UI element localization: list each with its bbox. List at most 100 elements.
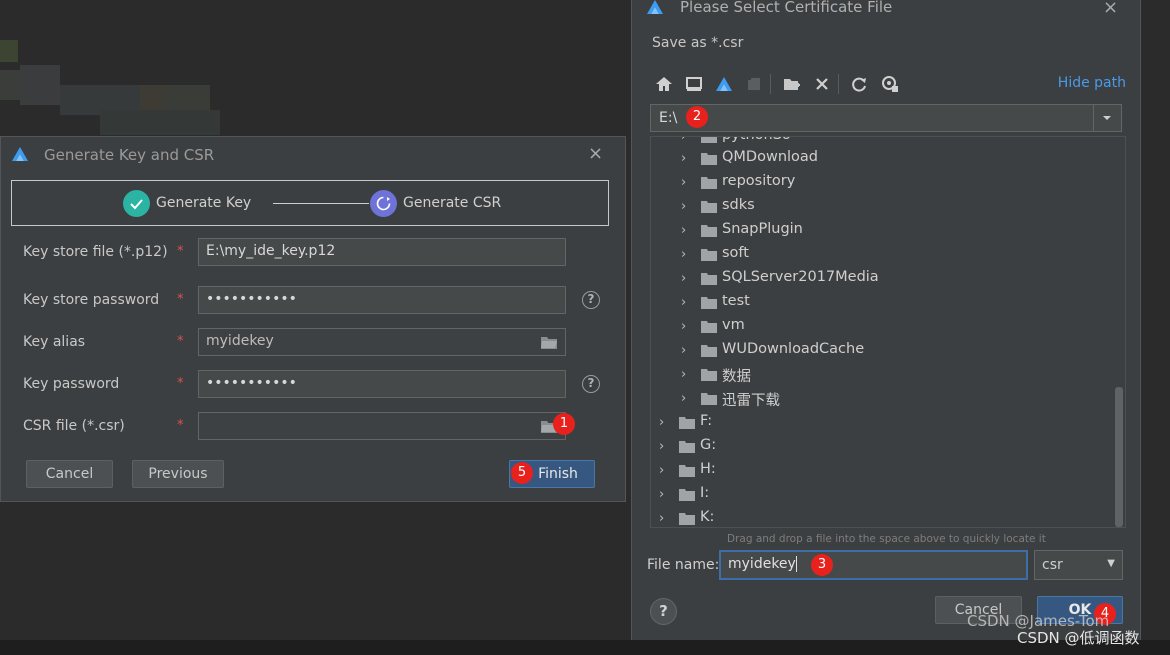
folder-icon	[701, 177, 717, 189]
tree-scrollbar[interactable]	[1115, 387, 1123, 527]
step-badge-5: 5	[511, 462, 533, 484]
refresh-icon[interactable]	[849, 74, 869, 94]
drive-icon	[679, 441, 695, 453]
tree-item[interactable]: › WUDownloadCache	[651, 339, 1111, 363]
help-icon[interactable]: ?	[582, 375, 600, 393]
path-dropdown-button[interactable]	[1093, 105, 1121, 131]
chevron-right-icon[interactable]: ›	[681, 367, 686, 382]
tree-item[interactable]: › vm	[651, 315, 1111, 339]
tree-item[interactable]: › SQLServer2017Media	[651, 267, 1111, 291]
left-dialog-title: Generate Key and CSR	[44, 146, 215, 164]
show-hidden-icon[interactable]	[880, 74, 900, 94]
delete-icon[interactable]	[812, 74, 832, 94]
chevron-right-icon[interactable]: ›	[681, 151, 686, 166]
folder-browse-icon[interactable]	[541, 336, 557, 349]
extension-value: csr	[1042, 557, 1063, 573]
deveco-logo-icon	[12, 147, 28, 161]
required-mark: *	[177, 376, 184, 391]
check-icon	[130, 199, 143, 210]
chevron-right-icon[interactable]: ›	[659, 511, 664, 526]
chevron-right-icon[interactable]: ›	[659, 415, 664, 430]
chevron-right-icon[interactable]: ›	[659, 463, 664, 478]
hide-path-link[interactable]: Hide path	[1058, 75, 1126, 91]
project-icon[interactable]	[714, 74, 734, 94]
tree-item-label: sdks	[722, 197, 755, 213]
step-generate-key: Generate Key	[156, 195, 252, 211]
folder-icon	[701, 273, 717, 285]
chevron-right-icon[interactable]: ›	[681, 271, 686, 286]
tree-item[interactable]: › test	[651, 291, 1111, 315]
tree-item[interactable]: › QMDownload	[651, 147, 1111, 171]
chevron-right-icon[interactable]: ›	[681, 295, 686, 310]
required-mark: *	[177, 418, 184, 433]
file-tree[interactable]: › pythonSo › QMDownload › repository › s…	[650, 136, 1126, 528]
left-dialog-titlebar: Generate Key and CSR ×	[1, 137, 625, 173]
key-password-label: Key password	[23, 376, 120, 392]
key-alias-value: myidekey	[206, 333, 274, 349]
cancel-button[interactable]: Cancel	[26, 460, 113, 488]
chevron-right-icon[interactable]: ›	[681, 391, 686, 406]
drop-hint: Drag and drop a file into the space abov…	[727, 533, 1046, 545]
chevron-right-icon[interactable]: ›	[659, 439, 664, 454]
tree-item[interactable]: › K:	[651, 507, 1111, 527]
file-name-input[interactable]: myidekey	[719, 550, 1028, 580]
finish-label: Finish	[538, 466, 578, 482]
generate-key-csr-dialog: Generate Key and CSR × Generate Key Gene…	[0, 136, 626, 502]
drive-icon	[679, 465, 695, 477]
tree-item[interactable]: › repository	[651, 171, 1111, 195]
tree-item-label: 数据	[722, 369, 751, 385]
extension-select[interactable]: csr ▼	[1034, 550, 1123, 580]
key-password-input[interactable]: •••••••••••	[198, 370, 566, 398]
tree-item-label: K:	[700, 509, 715, 525]
text-caret	[795, 556, 797, 572]
tree-item-label: F:	[700, 413, 713, 429]
tree-item[interactable]: › I:	[651, 483, 1111, 507]
tree-item[interactable]: › 数据	[651, 363, 1111, 387]
chevron-right-icon[interactable]: ›	[681, 175, 686, 190]
previous-button[interactable]: Previous	[132, 460, 224, 488]
tree-item-label: SQLServer2017Media	[722, 269, 879, 285]
step-connector	[273, 203, 369, 204]
file-name-label: File name:	[647, 557, 720, 573]
desktop-icon[interactable]	[684, 74, 704, 94]
tree-item[interactable]: › 迅雷下载	[651, 387, 1111, 411]
chevron-right-icon[interactable]: ›	[681, 199, 686, 214]
new-folder-icon[interactable]	[782, 74, 802, 94]
chevron-right-icon[interactable]: ›	[681, 223, 686, 238]
tree-item[interactable]: › sdks	[651, 195, 1111, 219]
tree-item[interactable]: › F:	[651, 411, 1111, 435]
required-mark: *	[177, 244, 184, 259]
folder-icon	[701, 369, 717, 381]
deveco-logo-icon	[647, 0, 663, 14]
path-combobox[interactable]: E:\	[650, 104, 1122, 132]
close-icon[interactable]: ×	[1103, 0, 1118, 17]
chevron-right-icon[interactable]: ›	[659, 487, 664, 502]
key-alias-label: Key alias	[23, 334, 86, 350]
help-icon[interactable]: ?	[650, 598, 677, 625]
folder-icon	[701, 393, 717, 405]
tree-item[interactable]: › G:	[651, 435, 1111, 459]
tree-item-label: 迅雷下载	[722, 393, 780, 409]
home-icon[interactable]	[654, 74, 674, 94]
folder-icon	[701, 321, 717, 333]
keystore-password-input[interactable]: •••••••••••	[198, 286, 566, 314]
tree-item[interactable]: › SnapPlugin	[651, 219, 1111, 243]
pixelated-background	[0, 30, 240, 140]
required-mark: *	[177, 292, 184, 307]
tree-item[interactable]: › H:	[651, 459, 1111, 483]
tree-item[interactable]: › soft	[651, 243, 1111, 267]
keystore-file-input[interactable]: E:\my_ide_key.p12	[198, 238, 566, 266]
chevron-right-icon[interactable]: ›	[681, 137, 686, 144]
step-active-circle	[370, 190, 397, 217]
chevron-right-icon[interactable]: ›	[681, 247, 686, 262]
chevron-right-icon[interactable]: ›	[681, 319, 686, 334]
key-alias-input[interactable]: myidekey	[198, 328, 566, 356]
step-generate-csr: Generate CSR	[403, 195, 502, 211]
close-icon[interactable]: ×	[588, 145, 603, 163]
watermark: CSDN @低调函数	[1017, 629, 1140, 647]
drive-icon	[679, 513, 695, 525]
help-icon[interactable]: ?	[582, 291, 600, 309]
csr-file-input[interactable]	[198, 412, 566, 440]
folder-icon	[701, 153, 717, 165]
chevron-right-icon[interactable]: ›	[681, 343, 686, 358]
